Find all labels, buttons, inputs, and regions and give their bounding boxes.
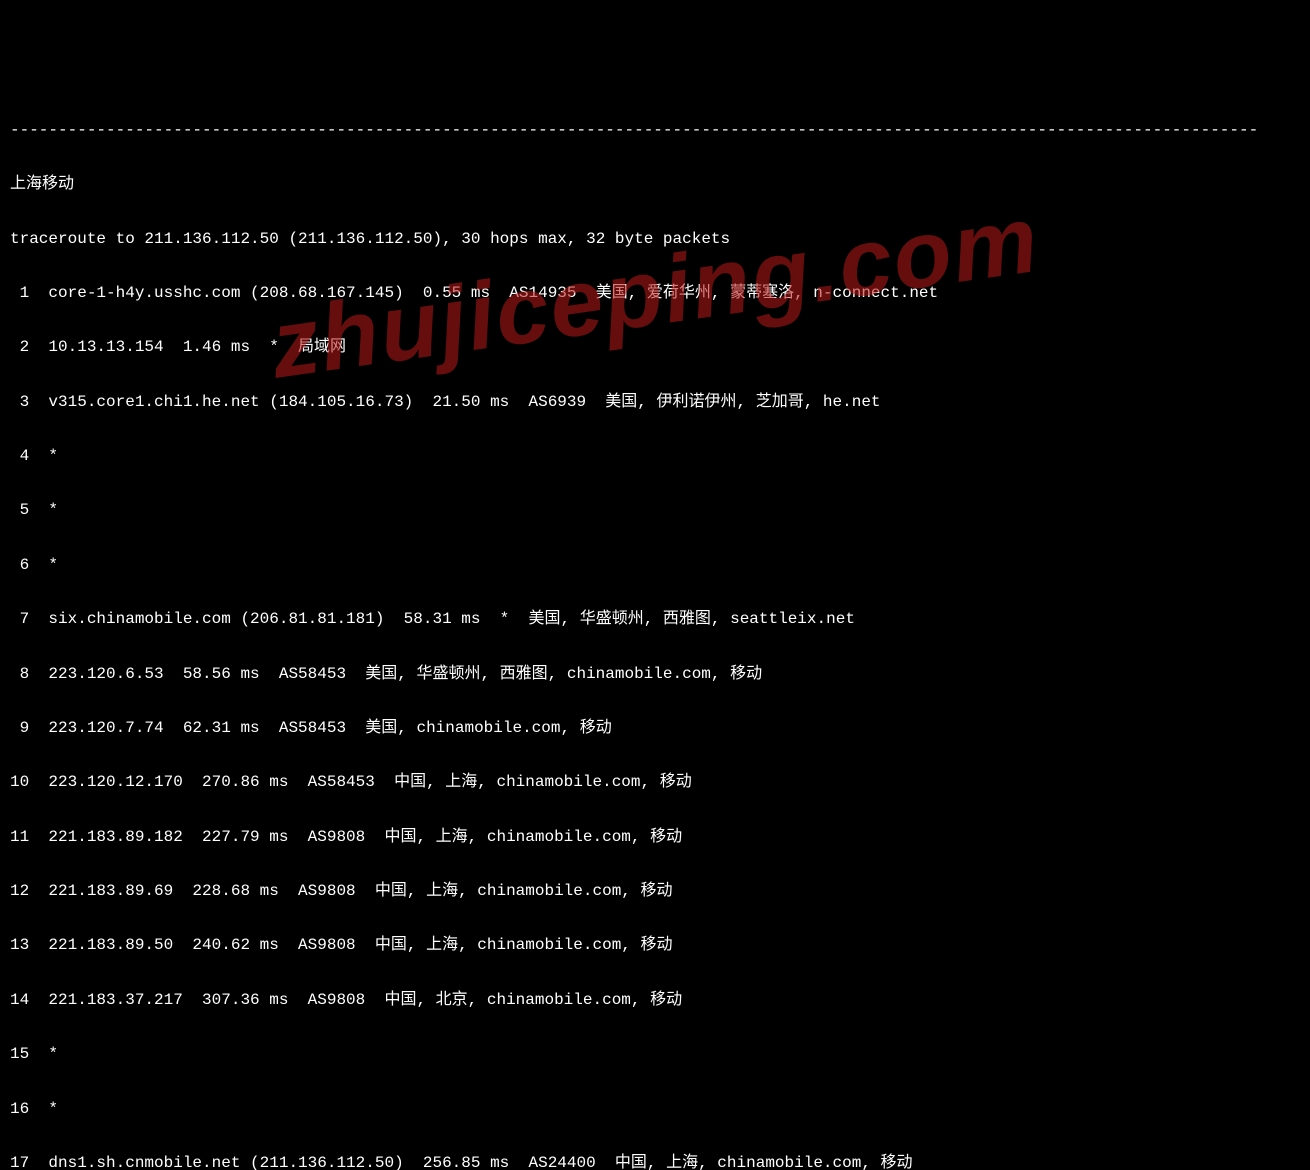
hop-row: 2 10.13.13.154 1.46 ms * 局域网 <box>10 334 1300 361</box>
hop-text: six.chinamobile.com (206.81.81.181) 58.3… <box>48 610 855 628</box>
hop-number: 7 <box>10 606 29 633</box>
hop-number: 2 <box>10 334 29 361</box>
hop-number: 10 <box>10 769 29 796</box>
hop-row: 12 221.183.89.69 228.68 ms AS9808 中国, 上海… <box>10 878 1300 905</box>
hop-row: 15 * <box>10 1041 1300 1068</box>
hop-row: 14 221.183.37.217 307.36 ms AS9808 中国, 北… <box>10 987 1300 1014</box>
hop-row: 10 223.120.12.170 270.86 ms AS58453 中国, … <box>10 769 1300 796</box>
hop-text: dns1.sh.cnmobile.net (211.136.112.50) 25… <box>48 1154 912 1170</box>
hop-text: 223.120.12.170 270.86 ms AS58453 中国, 上海,… <box>48 773 691 791</box>
hop-text: * <box>48 1100 58 1118</box>
hop-number: 16 <box>10 1096 29 1123</box>
hop-number: 9 <box>10 715 29 742</box>
hop-number: 3 <box>10 389 29 416</box>
hop-text: 221.183.37.217 307.36 ms AS9808 中国, 北京, … <box>48 991 682 1009</box>
hop-row: 9 223.120.7.74 62.31 ms AS58453 美国, chin… <box>10 715 1300 742</box>
hop-row: 16 * <box>10 1096 1300 1123</box>
hop-number: 15 <box>10 1041 29 1068</box>
hop-row: 8 223.120.6.53 58.56 ms AS58453 美国, 华盛顿州… <box>10 661 1300 688</box>
hop-row: 11 221.183.89.182 227.79 ms AS9808 中国, 上… <box>10 824 1300 851</box>
hop-text: * <box>48 501 58 519</box>
hop-number: 13 <box>10 932 29 959</box>
hop-number: 5 <box>10 497 29 524</box>
hop-row: 17 dns1.sh.cnmobile.net (211.136.112.50)… <box>10 1150 1300 1170</box>
hop-number: 1 <box>10 280 29 307</box>
hop-number: 6 <box>10 552 29 579</box>
hop-number: 4 <box>10 443 29 470</box>
hop-text: v315.core1.chi1.he.net (184.105.16.73) 2… <box>48 393 880 411</box>
hop-row: 3 v315.core1.chi1.he.net (184.105.16.73)… <box>10 389 1300 416</box>
hop-row: 13 221.183.89.50 240.62 ms AS9808 中国, 上海… <box>10 932 1300 959</box>
hop-text: 221.183.89.50 240.62 ms AS9808 中国, 上海, c… <box>48 936 672 954</box>
trace-title: 上海移动 <box>10 171 1300 198</box>
hop-text: 223.120.6.53 58.56 ms AS58453 美国, 华盛顿州, … <box>48 665 762 683</box>
hop-text: * <box>48 447 58 465</box>
hop-number: 12 <box>10 878 29 905</box>
hop-text: 223.120.7.74 62.31 ms AS58453 美国, chinam… <box>48 719 611 737</box>
hop-text: * <box>48 1045 58 1063</box>
hop-row: 1 core-1-h4y.usshc.com (208.68.167.145) … <box>10 280 1300 307</box>
hop-number: 8 <box>10 661 29 688</box>
hop-text: 221.183.89.69 228.68 ms AS9808 中国, 上海, c… <box>48 882 672 900</box>
traceroute-header: traceroute to 211.136.112.50 (211.136.11… <box>10 226 1300 253</box>
hop-text: * <box>48 556 58 574</box>
hop-text: core-1-h4y.usshc.com (208.68.167.145) 0.… <box>48 284 938 302</box>
hop-number: 14 <box>10 987 29 1014</box>
hop-row: 5 * <box>10 497 1300 524</box>
hop-text: 221.183.89.182 227.79 ms AS9808 中国, 上海, … <box>48 828 682 846</box>
hop-text: 10.13.13.154 1.46 ms * 局域网 <box>48 338 346 356</box>
separator-line: ----------------------------------------… <box>10 117 1300 144</box>
hop-row: 4 * <box>10 443 1300 470</box>
hop-number: 17 <box>10 1150 29 1170</box>
hop-number: 11 <box>10 824 29 851</box>
hop-row: 7 six.chinamobile.com (206.81.81.181) 58… <box>10 606 1300 633</box>
hop-row: 6 * <box>10 552 1300 579</box>
